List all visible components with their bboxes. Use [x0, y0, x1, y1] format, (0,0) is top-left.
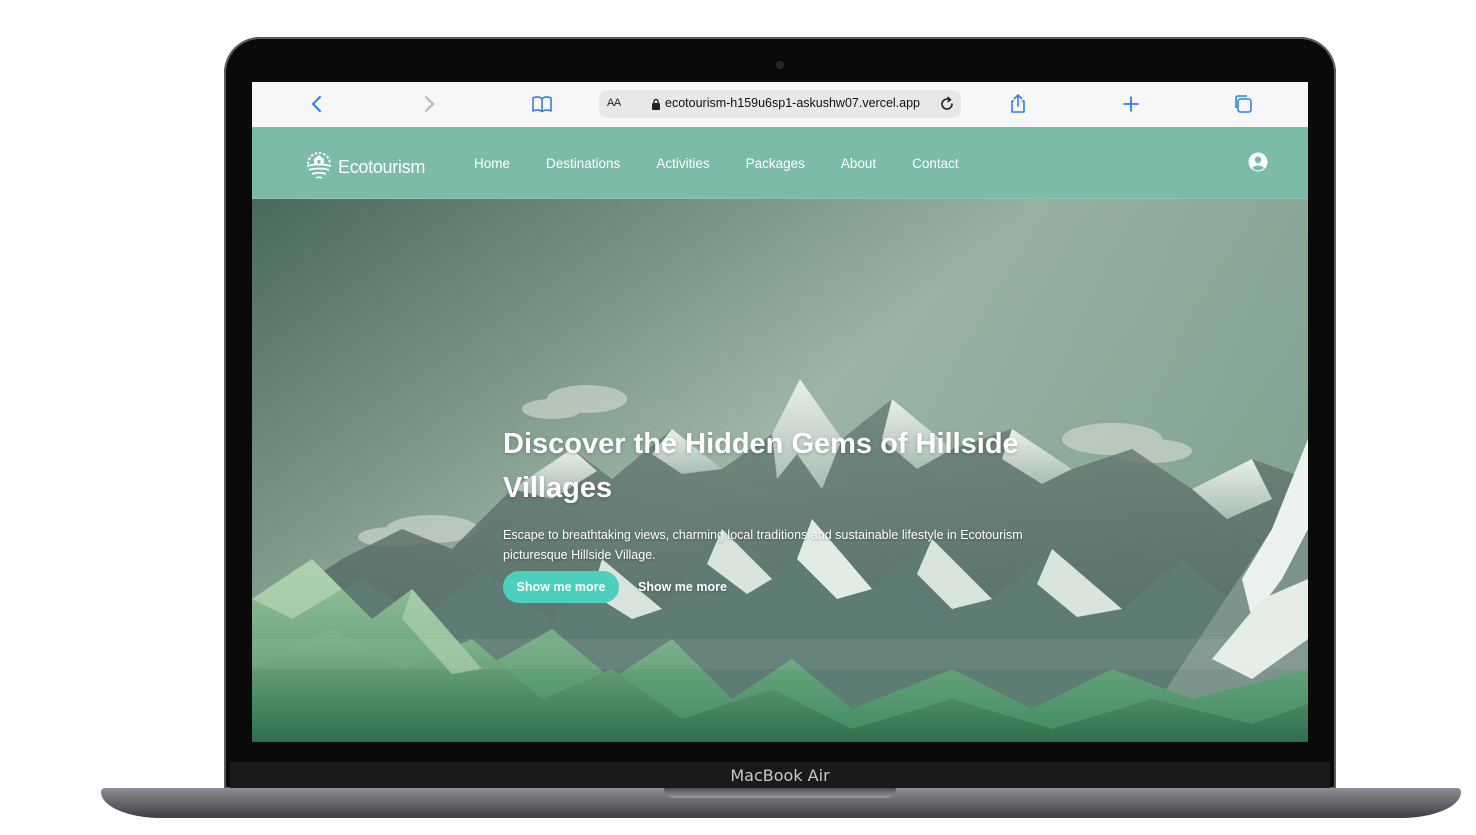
hero-subtitle: Escape to breathtaking views, charming l…	[503, 527, 1023, 562]
address-bar[interactable]: AA ecotourism-h159u6sp1-askushw07.vercel…	[599, 90, 961, 118]
nav-link-packages[interactable]: Packages	[746, 156, 805, 171]
screen: AA ecotourism-h159u6sp1-askushw07.vercel…	[252, 82, 1308, 742]
text-size-button[interactable]: AA	[607, 97, 621, 109]
forward-icon[interactable]	[417, 92, 441, 116]
brand-logo[interactable]: Ecotourism	[304, 151, 425, 183]
device-label: MacBook Air	[730, 766, 830, 785]
nav-link-home[interactable]: Home	[474, 156, 510, 171]
browser-toolbar: AA ecotourism-h159u6sp1-askushw07.vercel…	[252, 82, 1308, 128]
site-header: Ecotourism Home Destinations Activities …	[252, 127, 1308, 199]
brand-logo-icon	[304, 150, 334, 185]
user-account-icon[interactable]	[1248, 152, 1268, 177]
laptop-hinge-notch	[664, 788, 896, 798]
bookmarks-icon[interactable]	[530, 92, 554, 116]
nav-link-contact[interactable]: Contact	[912, 156, 959, 171]
brand-name: Ecotourism	[338, 156, 426, 177]
main-nav: Home Destinations Activities Packages Ab…	[474, 156, 995, 171]
tabs-icon[interactable]	[1231, 92, 1255, 116]
hero-section: Discover the Hidden Gems of Hillside Vil…	[252, 199, 1308, 742]
url-text: ecotourism-h159u6sp1-askushw07.vercel.ap…	[665, 96, 921, 110]
share-icon[interactable]	[1006, 92, 1030, 116]
lock-icon	[651, 97, 661, 115]
hero-title: Discover the Hidden Gems of Hillside Vil…	[503, 428, 1019, 505]
show-me-more-button[interactable]: Show me more	[503, 571, 619, 603]
new-tab-icon[interactable]	[1119, 92, 1143, 116]
camera	[777, 62, 783, 68]
show-me-more-link[interactable]: Show me more	[638, 571, 727, 603]
reload-icon[interactable]	[938, 95, 956, 118]
nav-link-destinations[interactable]: Destinations	[546, 156, 620, 171]
nav-link-activities[interactable]: Activities	[656, 156, 709, 171]
back-icon[interactable]	[305, 92, 329, 116]
nav-link-about[interactable]: About	[841, 156, 876, 171]
